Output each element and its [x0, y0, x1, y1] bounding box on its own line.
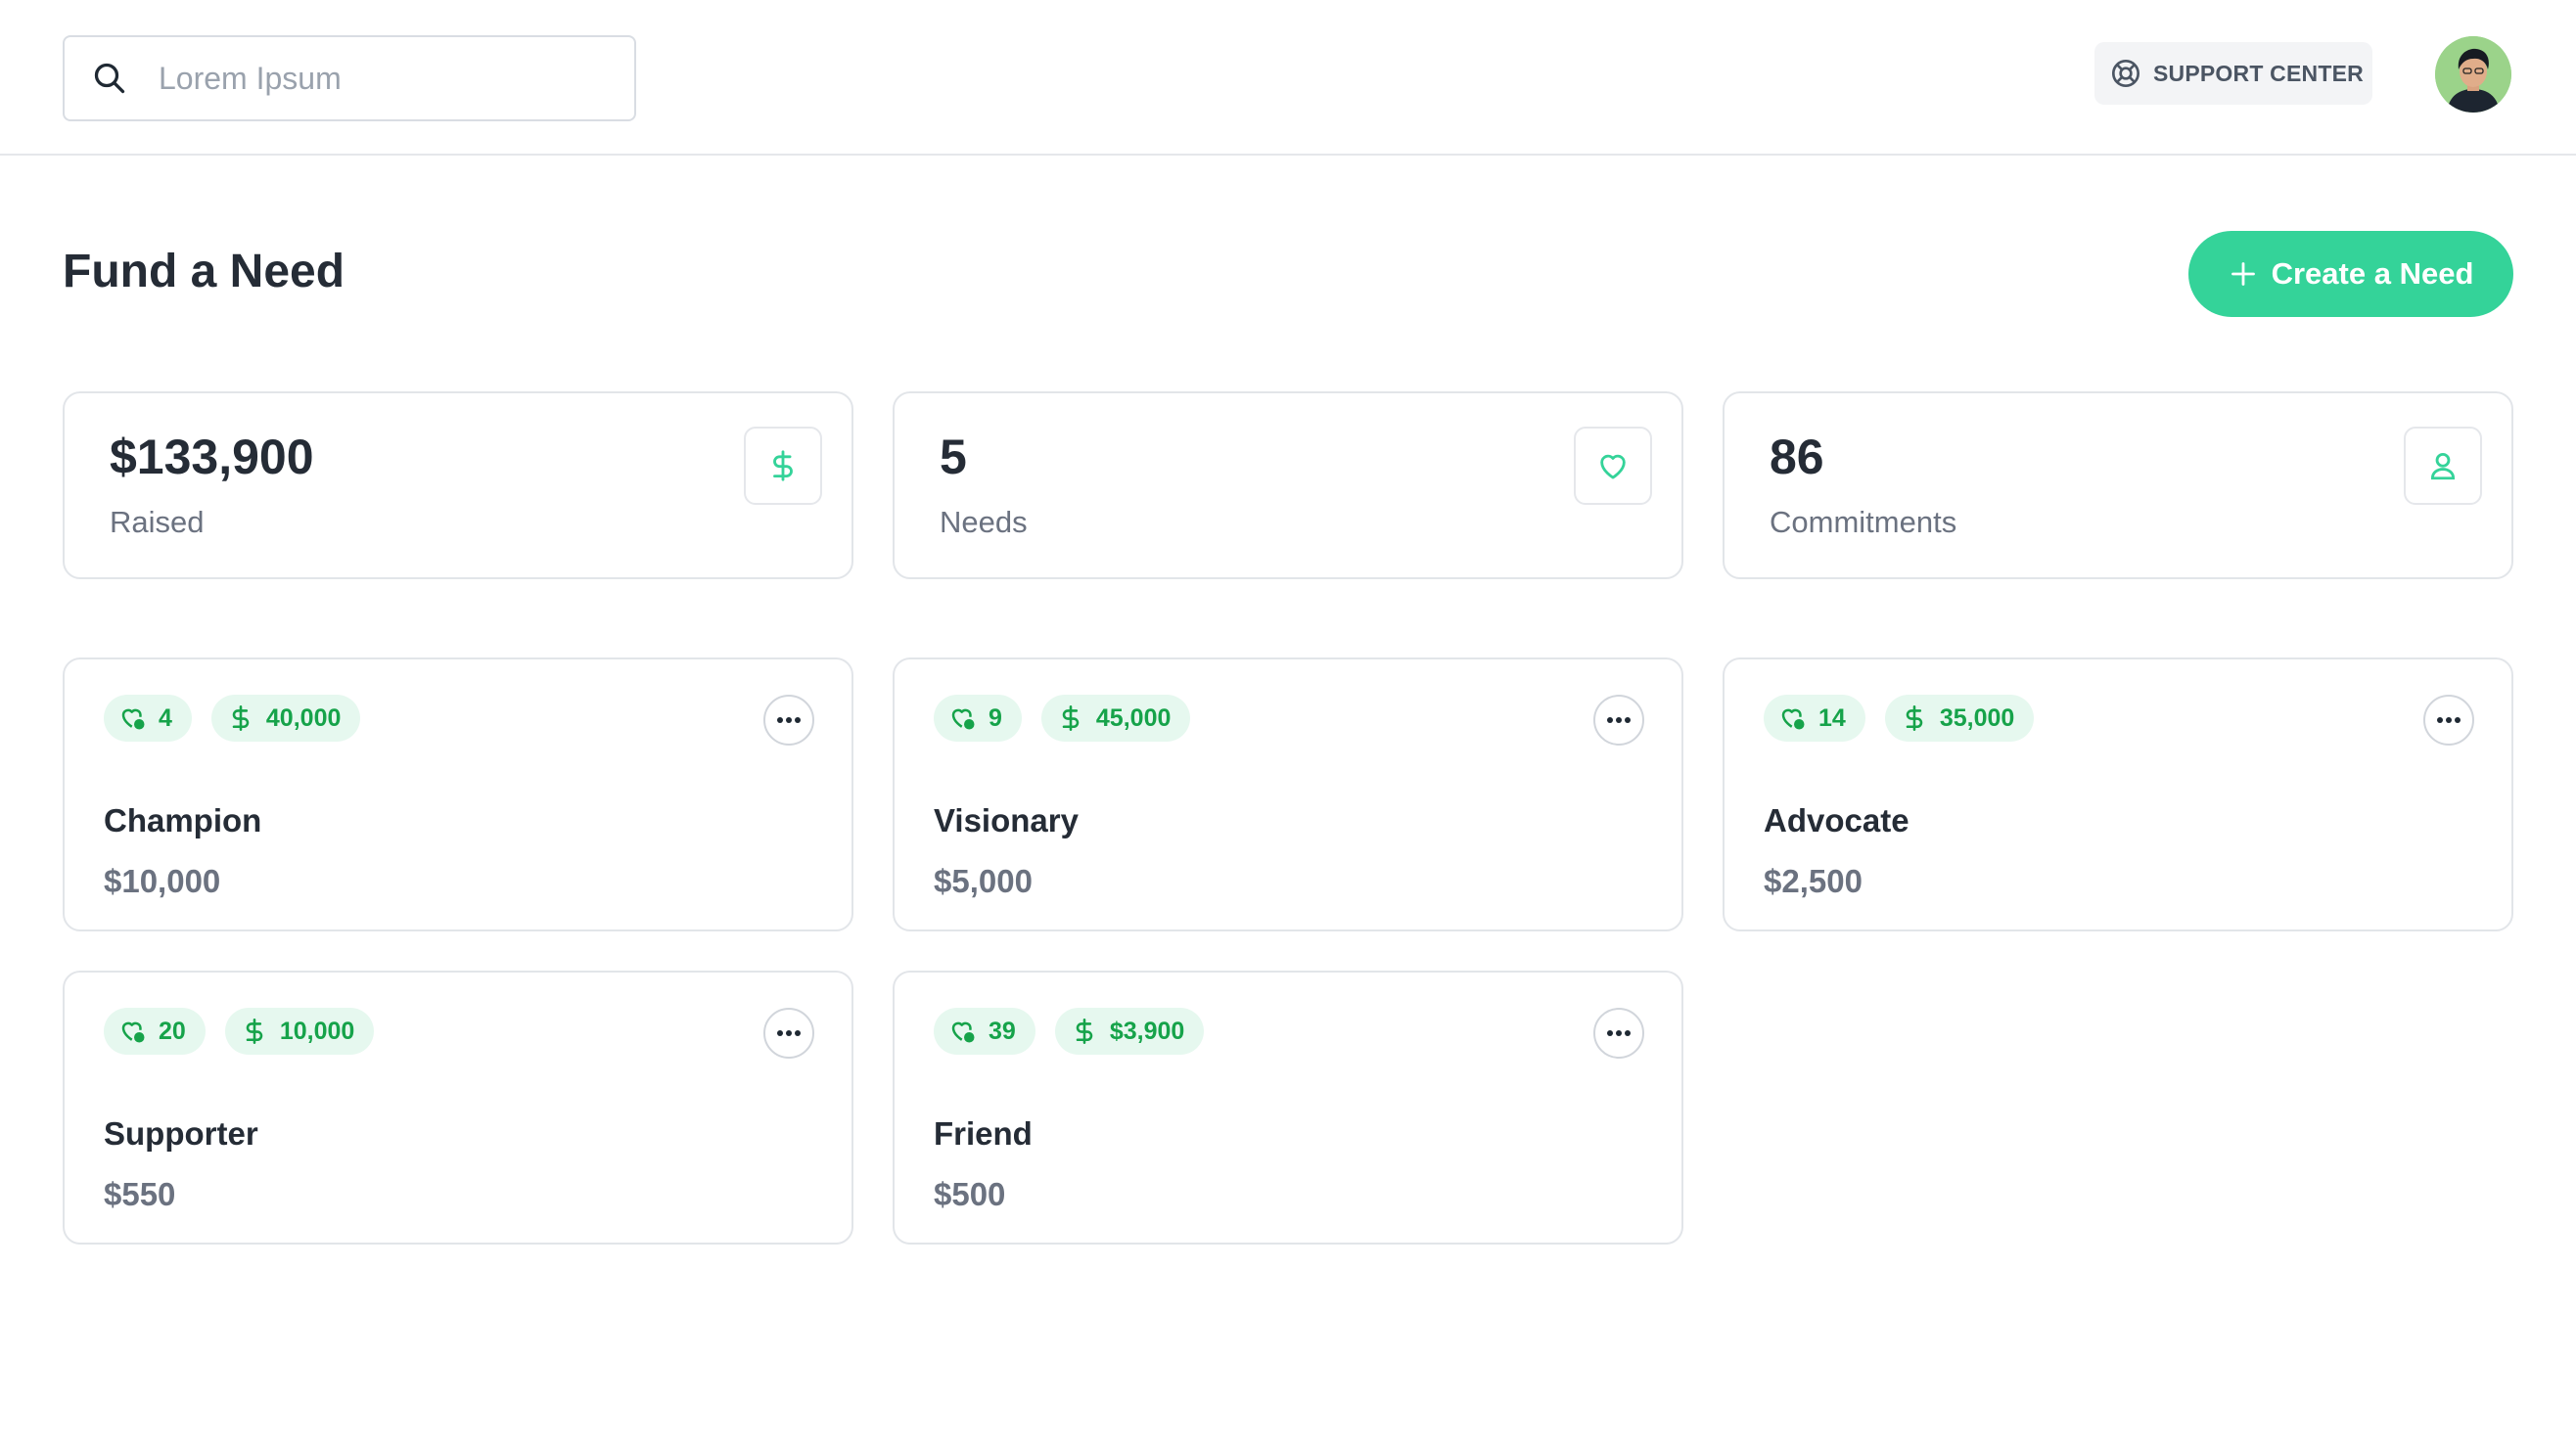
heart-check-icon	[947, 1016, 979, 1047]
search-icon	[90, 59, 129, 98]
heart-check-icon	[1777, 702, 1809, 734]
plus-icon	[2229, 259, 2258, 289]
commitments-chip: 9	[934, 695, 1022, 742]
dollar-icon	[1069, 1016, 1100, 1047]
stat-value: 86	[1770, 430, 1824, 484]
stat-card-raised: $133,900 Raised	[63, 391, 853, 579]
heart-check-icon	[117, 702, 149, 734]
support-center-button[interactable]: SUPPORT CENTER	[2094, 42, 2372, 105]
need-card[interactable]: 4 40,000 Champion $10,000	[63, 657, 853, 931]
stat-label: Commitments	[1770, 505, 1957, 539]
commitments-chip: 14	[1764, 695, 1865, 742]
funded-chip: $3,900	[1054, 1008, 1205, 1055]
funded-amount: $3,900	[1109, 1017, 1185, 1045]
lifebuoy-icon	[2108, 56, 2143, 91]
need-amount: $550	[104, 1176, 176, 1212]
top-bar: SUPPORT CENTER	[0, 0, 2576, 156]
funded-amount: 10,000	[279, 1017, 355, 1045]
stat-label: Needs	[940, 505, 1028, 539]
funded-chip: 35,000	[1884, 695, 2035, 742]
funded-amount: 45,000	[1095, 703, 1172, 732]
need-amount: $500	[934, 1176, 1006, 1212]
need-name: Champion	[104, 802, 262, 838]
commitments-count: 39	[989, 1017, 1016, 1045]
more-options-button[interactable]	[1593, 1008, 1644, 1059]
need-card[interactable]: 39 $3,900 Friend $500	[893, 971, 1683, 1245]
user-icon	[2404, 427, 2482, 505]
create-need-label: Create a Need	[2271, 256, 2474, 291]
dollar-icon	[1899, 702, 1930, 734]
commitments-chip: 4	[104, 695, 192, 742]
stat-label: Raised	[110, 505, 205, 539]
need-card[interactable]: 14 35,000 Advocate $2,500	[1723, 657, 2513, 931]
heart-icon	[1574, 427, 1652, 505]
heart-check-icon	[117, 1016, 149, 1047]
commitments-chip: 20	[104, 1008, 206, 1055]
funded-chip: 10,000	[224, 1008, 375, 1055]
support-center-label: SUPPORT CENTER	[2153, 60, 2364, 86]
need-card[interactable]: 20 10,000 Supporter $550	[63, 971, 853, 1245]
more-options-button[interactable]	[1593, 695, 1644, 746]
need-name: Supporter	[104, 1115, 258, 1152]
commitments-count: 14	[1818, 703, 1846, 732]
search-input[interactable]	[159, 60, 609, 97]
dollar-icon	[225, 702, 256, 734]
funded-chip: 45,000	[1040, 695, 1191, 742]
heart-check-icon	[947, 702, 979, 734]
need-amount: $2,500	[1764, 863, 1863, 899]
need-amount: $10,000	[104, 863, 221, 899]
need-card[interactable]: 9 45,000 Visionary $5,000	[893, 657, 1683, 931]
commitments-count: 4	[159, 703, 172, 732]
search-box[interactable]	[63, 35, 636, 121]
commitments-count: 9	[989, 703, 1002, 732]
funded-amount: 35,000	[1939, 703, 2015, 732]
avatar[interactable]	[2435, 36, 2511, 113]
need-name: Friend	[934, 1115, 1033, 1152]
page-title: Fund a Need	[63, 246, 345, 297]
commitments-chip: 39	[934, 1008, 1035, 1055]
more-options-button[interactable]	[763, 695, 814, 746]
dollar-icon	[744, 427, 822, 505]
more-options-button[interactable]	[2423, 695, 2474, 746]
need-name: Advocate	[1764, 802, 1909, 838]
dollar-icon	[1055, 702, 1086, 734]
funded-amount: 40,000	[265, 703, 342, 732]
dollar-icon	[239, 1016, 270, 1047]
need-name: Visionary	[934, 802, 1079, 838]
need-amount: $5,000	[934, 863, 1033, 899]
funded-chip: 40,000	[210, 695, 361, 742]
commitments-count: 20	[159, 1017, 186, 1045]
stat-card-commitments: 86 Commitments	[1723, 391, 2513, 579]
stat-card-needs: 5 Needs	[893, 391, 1683, 579]
more-options-button[interactable]	[763, 1008, 814, 1059]
create-need-button[interactable]: Create a Need	[2188, 231, 2513, 317]
stat-value: $133,900	[110, 430, 314, 484]
stat-value: 5	[940, 430, 967, 484]
